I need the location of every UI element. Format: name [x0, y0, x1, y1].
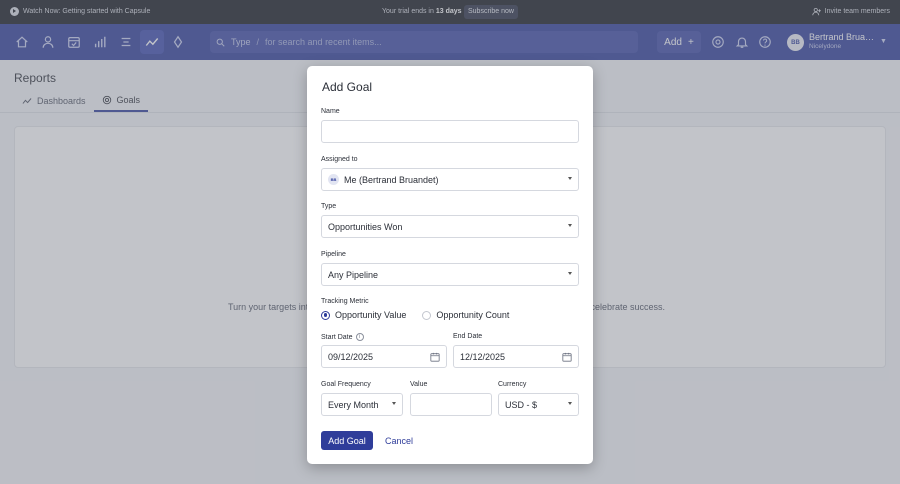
pipeline-select[interactable]: Any Pipeline — [321, 263, 579, 286]
name-label: Name — [321, 108, 340, 115]
chevron-down-icon — [568, 402, 572, 405]
currency-value: USD - $ — [505, 399, 538, 410]
pipeline-label: Pipeline — [321, 251, 346, 258]
chevron-down-icon — [568, 224, 572, 227]
add-goal-modal: Add Goal Name Assigned to BB Me (Bertran… — [307, 66, 593, 464]
currency-label: Currency — [498, 381, 527, 388]
modal-title: Add Goal — [322, 80, 373, 94]
calendar-icon[interactable] — [430, 352, 440, 362]
end-date-label: End Date — [453, 333, 483, 340]
currency-select[interactable]: USD - $ — [498, 393, 579, 416]
tracking-metric-label: Tracking Metric — [321, 298, 369, 305]
opportunity-count-label[interactable]: Opportunity Count — [436, 310, 509, 320]
chevron-down-icon — [568, 272, 572, 275]
frequency-select[interactable]: Every Month — [321, 393, 403, 416]
assigned-value: Me (Bertrand Bruandet) — [344, 174, 439, 185]
end-date-input[interactable]: 12/12/2025 — [453, 345, 579, 368]
start-date-label: Start Date i — [321, 333, 364, 341]
pipeline-value: Any Pipeline — [328, 269, 379, 280]
start-date-value: 09/12/2025 — [328, 351, 374, 362]
info-icon[interactable]: i — [355, 333, 364, 341]
goal-name-input[interactable] — [321, 120, 579, 143]
end-date-value: 12/12/2025 — [460, 351, 506, 362]
frequency-label: Goal Frequency — [321, 381, 371, 388]
tracking-metric-group: Opportunity Value Opportunity Count — [321, 310, 509, 320]
frequency-value: Every Month — [328, 399, 379, 410]
start-date-input[interactable]: 09/12/2025 — [321, 345, 447, 368]
add-goal-button[interactable]: Add Goal — [321, 431, 373, 450]
type-select[interactable]: Opportunities Won — [321, 215, 579, 238]
assigned-label: Assigned to — [321, 156, 358, 163]
opportunity-value-radio[interactable] — [321, 310, 330, 320]
value-label: Value — [410, 381, 428, 388]
chevron-down-icon — [392, 402, 396, 405]
value-input[interactable] — [410, 393, 492, 416]
opportunity-count-radio[interactable] — [422, 310, 432, 320]
assigned-to-select[interactable]: BB Me (Bertrand Bruandet) — [321, 168, 579, 191]
chevron-down-icon — [568, 177, 572, 180]
type-label: Type — [321, 203, 337, 210]
calendar-icon[interactable] — [562, 352, 572, 362]
opportunity-value-label[interactable]: Opportunity Value — [335, 310, 406, 320]
cancel-button[interactable]: Cancel — [385, 436, 413, 446]
type-value: Opportunities Won — [328, 221, 403, 232]
assignee-avatar: BB — [328, 174, 339, 185]
